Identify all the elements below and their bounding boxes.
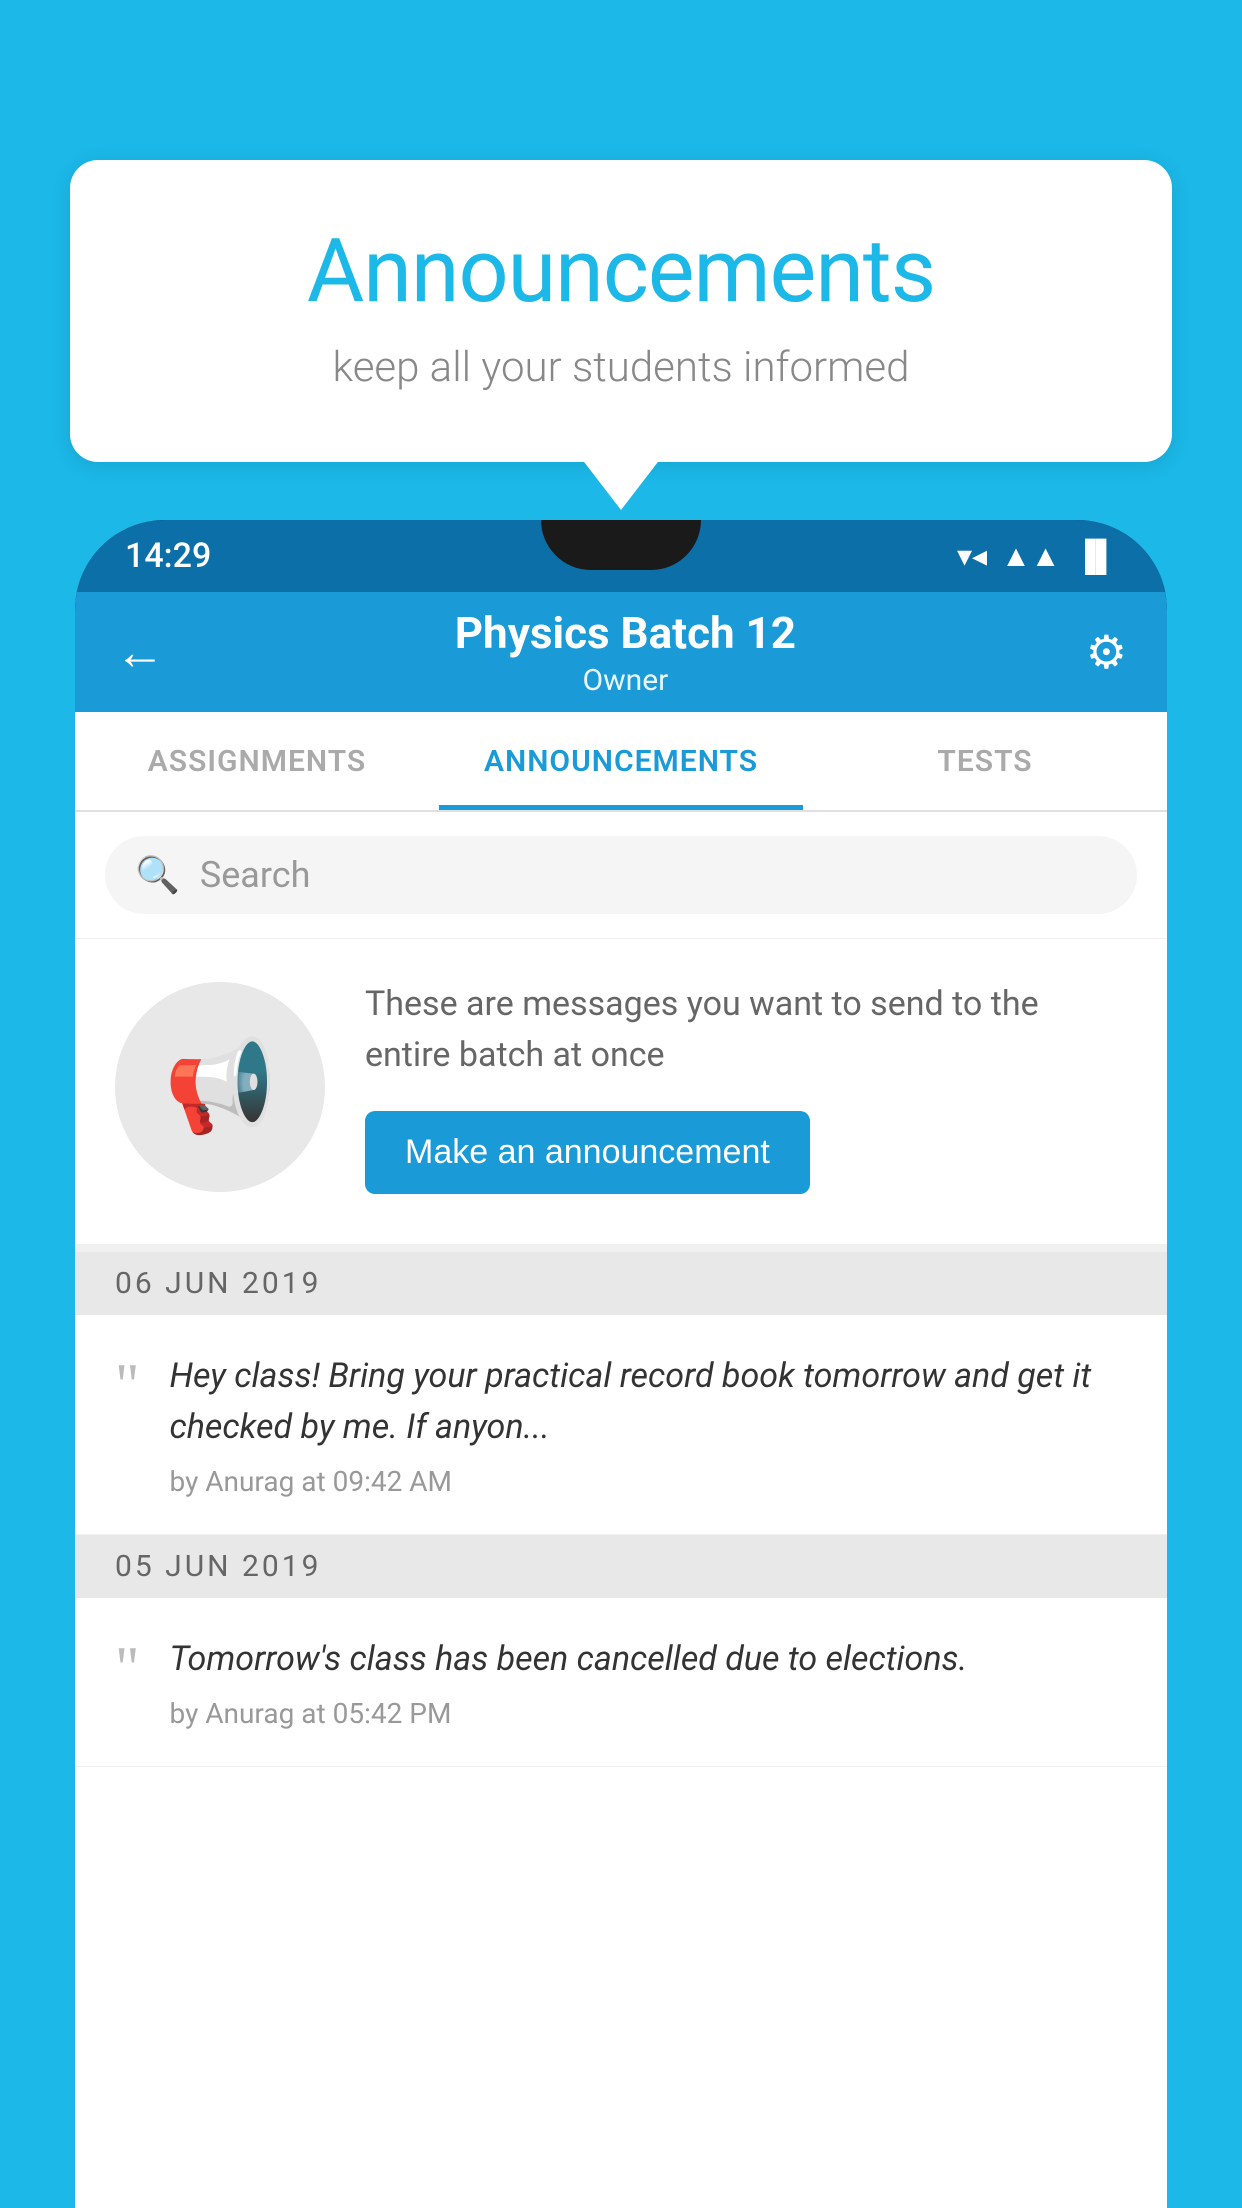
announcement-content-2: Tomorrow's class has been cancelled due … [170,1634,1128,1730]
header-subtitle: Owner [455,663,796,698]
back-button[interactable]: ← [115,623,165,682]
status-bar: 14:29 ▾◂ ▲▲ ▐▌ [75,520,1167,592]
tab-assignments[interactable]: ASSIGNMENTS [75,712,439,810]
make-announcement-button[interactable]: Make an announcement [365,1111,810,1194]
announcement-meta-2: by Anurag at 05:42 PM [170,1697,1128,1730]
phone-frame: 14:29 ▾◂ ▲▲ ▐▌ ← Physics Batch 12 Owner … [75,520,1167,2208]
battery-icon: ▐▌ [1074,539,1117,574]
wifi-icon: ▾◂ [957,539,987,574]
tab-announcements[interactable]: ANNOUNCEMENTS [439,712,803,810]
notch [541,520,701,570]
status-time: 14:29 [125,536,211,576]
promo-description: These are messages you want to send to t… [365,979,1127,1081]
quote-icon-1: " [115,1361,140,1409]
bubble-subtitle: keep all your students informed [150,343,1092,392]
header-title: Physics Batch 12 [455,607,796,659]
announcement-meta-1: by Anurag at 09:42 AM [170,1465,1128,1498]
search-icon: 🔍 [135,854,180,896]
settings-icon[interactable]: ⚙ [1086,625,1127,680]
announcement-text-2: Tomorrow's class has been cancelled due … [170,1634,1128,1685]
search-input[interactable]: Search [200,854,311,896]
quote-icon-2: " [115,1644,140,1692]
app-header: ← Physics Batch 12 Owner ⚙ [75,592,1167,712]
search-bar-container: 🔍 Search [75,812,1167,939]
announcement-item-2: " Tomorrow's class has been cancelled du… [75,1598,1167,1767]
speech-bubble-container: Announcements keep all your students inf… [70,160,1172,462]
search-input-wrapper[interactable]: 🔍 Search [105,836,1137,914]
tabs-bar: ASSIGNMENTS ANNOUNCEMENTS TESTS [75,712,1167,812]
status-icons: ▾◂ ▲▲ ▐▌ [957,539,1117,574]
speech-bubble: Announcements keep all your students inf… [70,160,1172,462]
megaphone-icon: 📢 [164,1034,276,1139]
announcement-text-1: Hey class! Bring your practical record b… [170,1351,1128,1453]
promo-icon-circle: 📢 [115,982,325,1192]
date-separator-2: 05 JUN 2019 [75,1535,1167,1598]
announcement-content-1: Hey class! Bring your practical record b… [170,1351,1128,1498]
bubble-title: Announcements [150,220,1092,323]
date-separator-1: 06 JUN 2019 [75,1252,1167,1315]
phone-content: 🔍 Search 📢 These are messages you want t… [75,812,1167,2208]
signal-icon: ▲▲ [1001,539,1060,574]
announcement-item-1: " Hey class! Bring your practical record… [75,1315,1167,1535]
promo-text-area: These are messages you want to send to t… [365,979,1127,1194]
promo-section: 📢 These are messages you want to send to… [75,939,1167,1252]
tab-tests[interactable]: TESTS [803,712,1167,810]
header-center: Physics Batch 12 Owner [455,607,796,698]
